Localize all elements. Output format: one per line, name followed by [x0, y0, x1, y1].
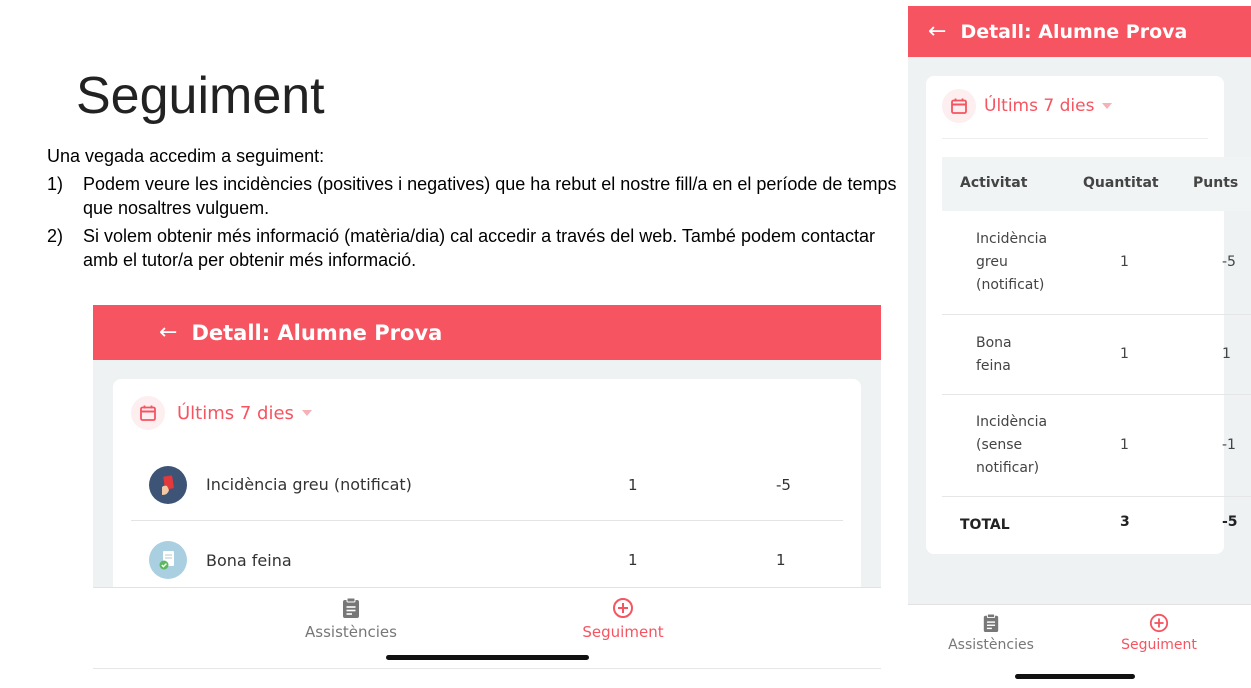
incidents-card: Últims 7 dies Incidència greu (notificat…: [113, 379, 861, 599]
period-filter[interactable]: Últims 7 dies: [942, 89, 1113, 123]
table-row[interactable]: Incidència greu (notificat) 1 -5: [942, 211, 1251, 315]
slide-intro: Una vegada accedim a seguiment:: [47, 146, 325, 166]
calendar-icon: [131, 396, 165, 430]
point-text: Podem veure les incidències (positives i…: [83, 174, 897, 218]
slide-title: Seguiment: [76, 67, 325, 125]
column-header-quantitat: Quantitat: [1083, 175, 1159, 191]
item-points: 1: [776, 551, 786, 569]
back-arrow-icon[interactable]: ←: [159, 321, 177, 344]
table-row[interactable]: Bona feina 1 1: [942, 315, 1251, 395]
item-name: Incidència greu (notificat): [206, 475, 412, 494]
header-title: Detall: Alumne Prova: [191, 320, 443, 345]
document-check-icon: [149, 541, 187, 579]
phone-screen-table-view: ← Detall: Alumne Prova Últims 7 dies Act…: [908, 6, 1251, 684]
tab-assistencies[interactable]: Assistències: [948, 613, 1034, 653]
points-cell: -1: [1222, 437, 1236, 453]
period-label: Últims 7 dies: [177, 402, 294, 424]
caret-down-icon: [301, 410, 312, 416]
clipboard-icon: [983, 613, 999, 632]
caret-down-icon: [1102, 103, 1113, 109]
point-number: 1): [47, 174, 64, 194]
item-quantity: 1: [628, 551, 638, 569]
slide-point: 2) Si volem obtenir més informació (matè…: [47, 224, 897, 272]
total-quantity: 3: [1120, 514, 1130, 530]
home-indicator[interactable]: [386, 655, 589, 660]
column-header-activitat: Activitat: [960, 175, 1028, 191]
phone-screen-list-view: ← Detall: Alumne Prova Últims 7 dies Inc…: [93, 305, 881, 670]
calendar-icon: [942, 89, 976, 123]
app-header: ← Detall: Alumne Prova: [93, 305, 881, 360]
tab-seguiment[interactable]: Seguiment: [1118, 613, 1200, 653]
period-label: Últims 7 dies: [984, 96, 1095, 116]
table-row[interactable]: Incidència (sense notificar) 1 -1: [942, 395, 1251, 497]
table-header: Activitat Quantitat Punts: [942, 157, 1251, 211]
divider: [942, 138, 1208, 139]
item-quantity: 1: [628, 475, 638, 494]
clipboard-icon: [343, 597, 359, 618]
quantity-cell: 1: [1120, 346, 1129, 362]
slide-point: 1) Podem veure les incidències (positive…: [47, 172, 897, 220]
slide-points-list: 1) Podem veure les incidències (positive…: [47, 172, 897, 276]
point-text: Si volem obtenir més informació (matèria…: [83, 226, 876, 270]
divider: [93, 668, 881, 669]
tab-label: Seguiment: [582, 623, 664, 641]
tab-label: Seguiment: [1121, 637, 1197, 653]
home-indicator[interactable]: [1015, 674, 1135, 679]
quantity-cell: 1: [1120, 437, 1129, 453]
tab-bar: Assistències Seguiment: [908, 604, 1251, 684]
total-label: TOTAL: [960, 517, 1010, 533]
period-filter[interactable]: Últims 7 dies: [131, 396, 312, 430]
activity-cell: Bona feina: [976, 335, 1012, 374]
column-header-punts: Punts: [1193, 175, 1239, 191]
list-item[interactable]: Incidència greu (notificat) 1 -5: [131, 449, 843, 521]
tab-assistencies[interactable]: Assistències: [293, 597, 409, 641]
total-points: -5: [1222, 514, 1238, 530]
tab-label: Assistències: [305, 623, 397, 641]
tab-seguiment[interactable]: Seguiment: [567, 597, 679, 641]
activity-cell: Incidència (sense notificar): [976, 414, 1048, 476]
points-cell: -5: [1222, 254, 1236, 270]
quantity-cell: 1: [1120, 254, 1129, 270]
app-header: ← Detall: Alumne Prova: [908, 6, 1251, 57]
summary-card: Últims 7 dies Activitat Quantitat Punts …: [926, 76, 1251, 554]
list-item[interactable]: Bona feina 1 1: [131, 524, 843, 596]
item-name: Bona feina: [206, 550, 292, 570]
plus-circle-icon: [613, 598, 633, 618]
tab-label: Assistències: [948, 637, 1034, 653]
plus-circle-icon: [1149, 613, 1169, 633]
header-title: Detall: Alumne Prova: [960, 20, 1188, 43]
back-arrow-icon[interactable]: ←: [928, 20, 946, 43]
item-points: -5: [776, 475, 791, 494]
activity-cell: Incidència greu (notificat): [976, 231, 1048, 293]
table-total-row: TOTAL 3 -5: [942, 497, 1251, 547]
point-number: 2): [47, 226, 64, 246]
points-cell: 1: [1222, 346, 1231, 362]
red-card-icon: [149, 465, 187, 504]
